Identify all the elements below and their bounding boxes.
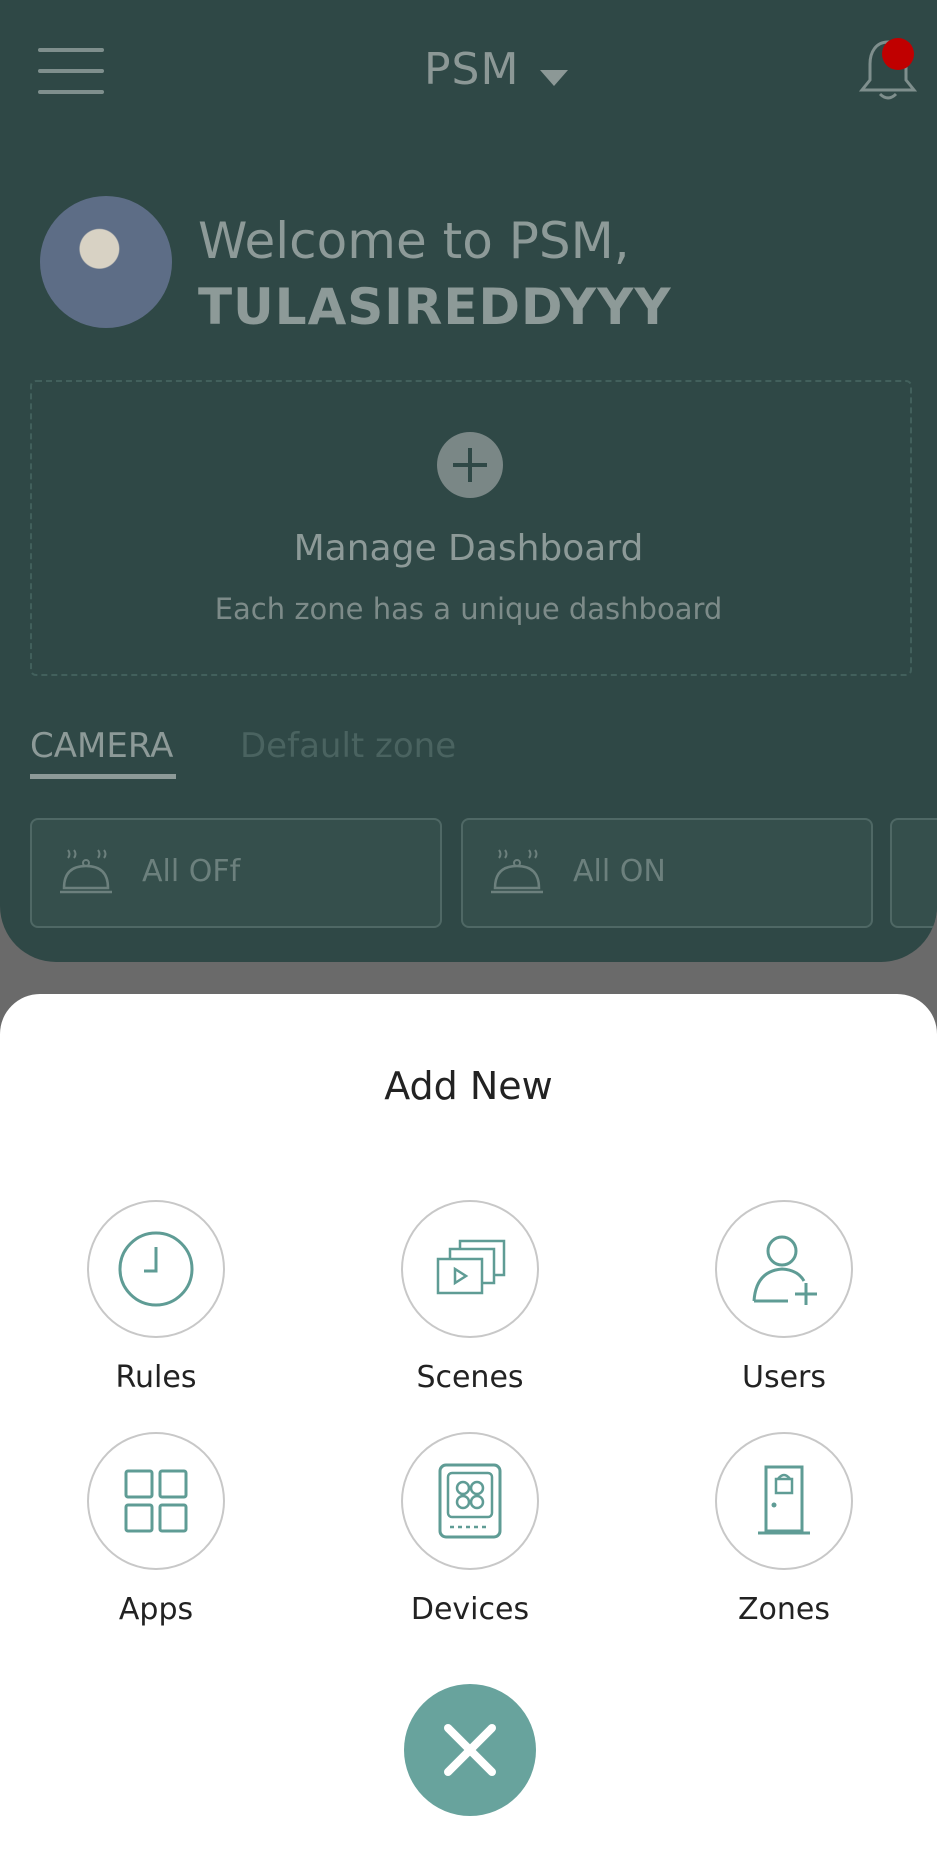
tab-camera[interactable]: CAMERA	[30, 726, 173, 766]
option-rules[interactable]: Rules	[56, 1200, 256, 1395]
option-users[interactable]: Users	[684, 1200, 884, 1395]
notification-badge	[882, 38, 914, 70]
option-scenes[interactable]: Scenes	[370, 1200, 570, 1395]
avatar[interactable]	[40, 196, 172, 328]
scene-label: All OFf	[142, 854, 241, 889]
close-icon	[444, 1724, 496, 1776]
cloche-icon	[491, 849, 543, 894]
apps-grid-icon	[124, 1469, 188, 1533]
top-bar: PSM	[0, 0, 937, 150]
scene-label: All ON	[573, 854, 666, 889]
option-label: Apps	[118, 1592, 194, 1627]
close-button[interactable]	[404, 1684, 536, 1816]
apps-button[interactable]	[87, 1432, 225, 1570]
manage-dashboard-subtitle: Each zone has a unique dashboard	[214, 592, 723, 626]
users-button[interactable]	[715, 1200, 853, 1338]
devices-button[interactable]	[401, 1432, 539, 1570]
scenes-button[interactable]	[401, 1200, 539, 1338]
option-apps[interactable]: Apps	[56, 1432, 256, 1627]
door-icon	[758, 1465, 810, 1535]
app-background: PSM Welcome to PSM, TULASIREDDYYY Manage…	[0, 0, 937, 962]
option-label: Users	[741, 1360, 826, 1395]
sheet-title: Add New	[384, 1064, 553, 1108]
option-devices[interactable]: Devices	[370, 1432, 570, 1627]
chevron-down-icon[interactable]	[540, 70, 568, 86]
option-label: Devices	[410, 1592, 530, 1627]
device-icon	[438, 1463, 502, 1539]
add-user-icon	[752, 1235, 817, 1305]
scene-card-partial[interactable]	[890, 818, 937, 928]
option-label: Zones	[737, 1592, 830, 1627]
zones-button[interactable]	[715, 1432, 853, 1570]
tab-default-zone[interactable]: Default zone	[240, 726, 456, 766]
username: TULASIREDDYYY	[198, 278, 672, 336]
scenes-icon	[436, 1239, 506, 1295]
welcome-text: Welcome to PSM,	[198, 212, 630, 270]
manage-dashboard-title: Manage Dashboard	[293, 528, 644, 569]
cloche-icon	[60, 849, 112, 894]
scene-card-all-on[interactable]: All ON	[461, 818, 873, 928]
option-label: Scenes	[416, 1360, 524, 1395]
add-dashboard-icon[interactable]	[437, 432, 503, 498]
add-new-sheet: Add New Rules Scenes Users Apps Devices …	[0, 994, 937, 1854]
menu-icon[interactable]	[38, 48, 104, 94]
clock-icon	[118, 1231, 194, 1307]
rules-button[interactable]	[87, 1200, 225, 1338]
option-zones[interactable]: Zones	[684, 1432, 884, 1627]
option-label: Rules	[115, 1360, 197, 1395]
app-title[interactable]: PSM	[424, 44, 519, 95]
tab-active-indicator	[30, 774, 176, 779]
scene-card-all-off[interactable]: All OFf	[30, 818, 442, 928]
